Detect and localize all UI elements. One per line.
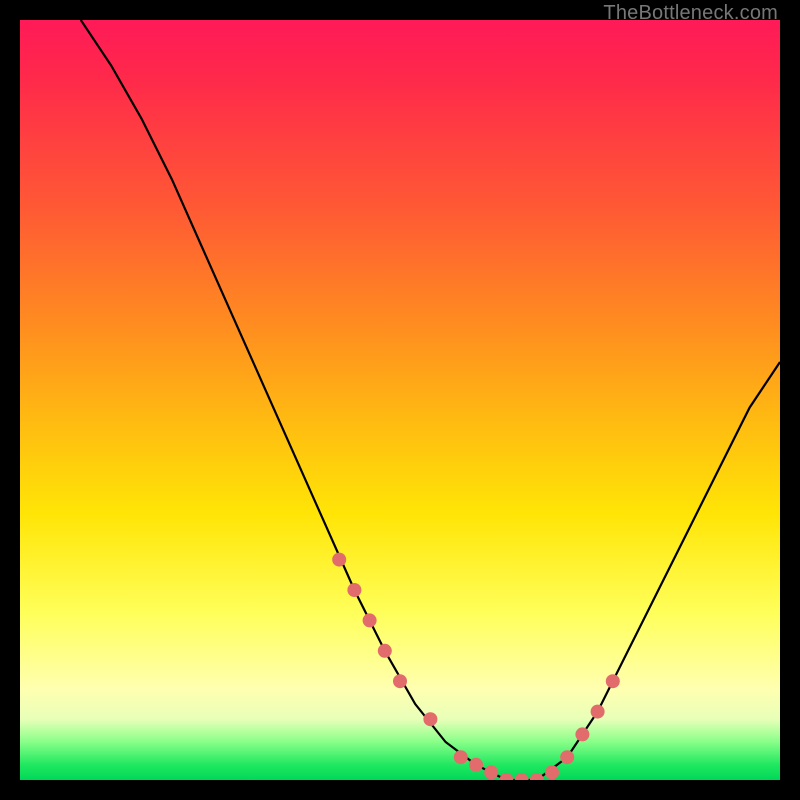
marker-dot bbox=[560, 750, 574, 764]
marker-dot bbox=[469, 758, 483, 772]
marker-dot bbox=[515, 773, 529, 780]
marker-dots bbox=[332, 553, 620, 780]
marker-dot bbox=[591, 705, 605, 719]
marker-dot bbox=[332, 553, 346, 567]
marker-dot bbox=[347, 583, 361, 597]
marker-dot bbox=[423, 712, 437, 726]
chart-frame bbox=[20, 20, 780, 780]
marker-dot bbox=[606, 674, 620, 688]
marker-dot bbox=[393, 674, 407, 688]
marker-dot bbox=[378, 644, 392, 658]
marker-dot bbox=[363, 613, 377, 627]
bottleneck-curve bbox=[81, 20, 780, 780]
marker-dot bbox=[499, 773, 513, 780]
chart-svg bbox=[20, 20, 780, 780]
marker-dot bbox=[545, 765, 559, 779]
marker-dot bbox=[454, 750, 468, 764]
marker-dot bbox=[530, 773, 544, 780]
marker-dot bbox=[484, 765, 498, 779]
marker-dot bbox=[575, 727, 589, 741]
